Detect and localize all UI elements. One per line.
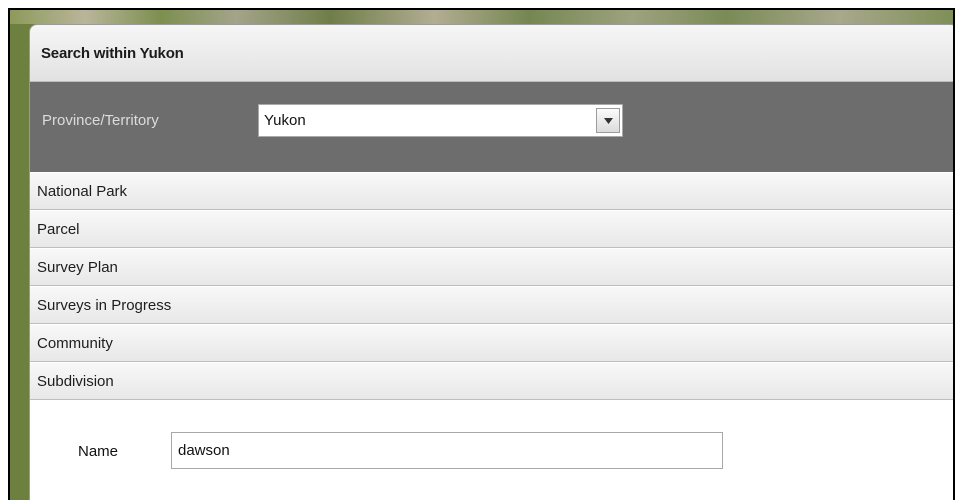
- accordion-item-surveys-in-progress[interactable]: Surveys in Progress: [30, 286, 953, 324]
- search-dialog: Search within Yukon Province/Territory Y…: [29, 24, 953, 500]
- accordion-item-label: Parcel: [37, 220, 80, 238]
- window-frame: Search within Yukon Province/Territory Y…: [8, 8, 955, 500]
- accordion-item-label: Community: [37, 334, 113, 352]
- province-selected-value: Yukon: [264, 112, 306, 129]
- province-dropdown-button[interactable]: [596, 108, 620, 133]
- province-label: Province/Territory: [42, 112, 159, 129]
- province-row: Province/Territory Yukon: [30, 82, 953, 172]
- accordion-item-label: National Park: [37, 182, 128, 200]
- subdivision-panel: Name: [30, 400, 953, 500]
- accordion-item-community[interactable]: Community: [30, 324, 953, 362]
- accordion-item-parcel[interactable]: Parcel: [30, 210, 953, 248]
- accordion-item-national-park[interactable]: National Park: [30, 172, 953, 210]
- accordion-item-subdivision[interactable]: Subdivision: [30, 362, 953, 400]
- map-background: [10, 10, 953, 24]
- accordion-item-label: Survey Plan: [37, 258, 118, 276]
- name-label: Name: [78, 443, 119, 460]
- search-type-accordion: National Park Parcel Survey Plan Surveys…: [30, 172, 953, 400]
- dialog-titlebar[interactable]: Search within Yukon: [30, 25, 953, 82]
- province-select[interactable]: Yukon: [258, 104, 623, 137]
- dialog-title: Search within Yukon: [41, 44, 184, 62]
- accordion-item-label: Subdivision: [37, 372, 114, 390]
- name-input[interactable]: [171, 432, 723, 469]
- accordion-item-survey-plan[interactable]: Survey Plan: [30, 248, 953, 286]
- chevron-down-icon: [603, 117, 613, 124]
- accordion-item-label: Surveys in Progress: [37, 296, 172, 314]
